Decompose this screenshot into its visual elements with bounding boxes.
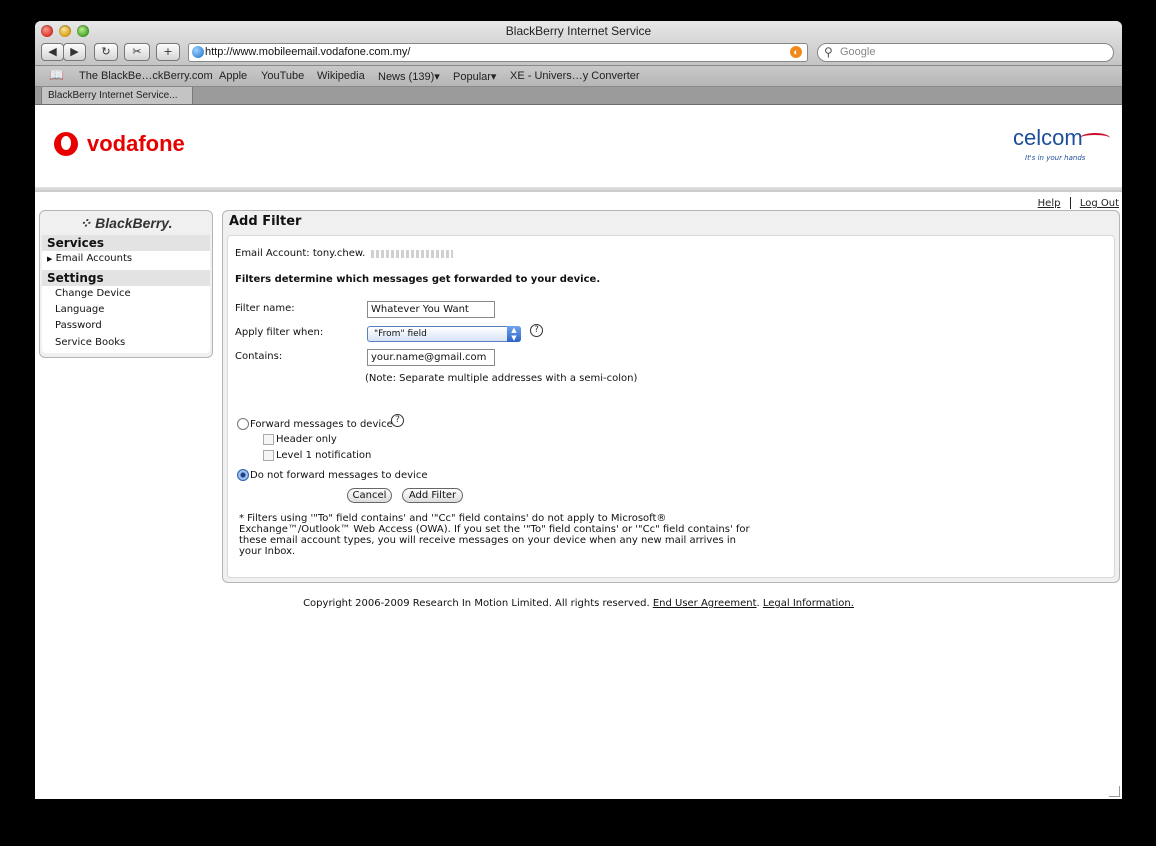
filter-name-label: Filter name: <box>235 303 295 314</box>
bookmark-item[interactable]: YouTube <box>261 70 304 82</box>
contains-input[interactable]: your.name@gmail.com <box>367 349 495 366</box>
sidebar-item-language[interactable]: Language <box>55 304 104 315</box>
bookmark-item[interactable]: Popular▾ <box>453 70 496 83</box>
celcom-logo-text: celcom <box>1013 125 1083 150</box>
bookmark-item[interactable]: Wikipedia <box>317 70 365 82</box>
window-title: BlackBerry Internet Service <box>505 24 652 38</box>
filters-intro: Filters determine which messages get for… <box>235 274 601 285</box>
level1-notification-checkbox[interactable] <box>263 450 274 461</box>
sidebar-item-change-device[interactable]: Change Device <box>55 288 131 299</box>
header-only-label: Header only <box>276 434 337 445</box>
do-not-forward-radio[interactable] <box>237 469 249 481</box>
blackberry-logo-text: BlackBerry. <box>95 215 173 231</box>
back-button[interactable]: ◀ <box>41 43 64 61</box>
browser-window: BlackBerry Internet Service ◀ ▶ ↻ ✂ + ht… <box>35 21 1122 799</box>
contains-label: Contains: <box>235 351 283 362</box>
address-bar[interactable]: http://www.mobileemail.vodafone.com.my/ … <box>188 43 808 62</box>
top-links: Help Log Out <box>1038 197 1119 209</box>
bookmark-item[interactable]: News (139)▾ <box>378 70 440 83</box>
blackberry-logo-icon: ⁘ <box>79 215 92 231</box>
forward-messages-radio[interactable] <box>237 418 249 430</box>
sidebar-item-service-books[interactable]: Service Books <box>55 337 125 348</box>
copyright-text: Copyright 2006-2009 Research In Motion L… <box>303 598 650 609</box>
rss-icon[interactable]: ◐ <box>790 46 802 58</box>
sidebar: ⁘ BlackBerry. Services ▶ Email Accounts … <box>39 210 213 358</box>
forward-help-icon[interactable]: ? <box>391 414 404 427</box>
sidebar-menu: Services ▶ Email Accounts Settings Chang… <box>42 235 210 353</box>
sidebar-item-password[interactable]: Password <box>55 320 102 331</box>
header-only-checkbox[interactable] <box>263 434 274 445</box>
apply-filter-when-value: "From" field <box>374 329 427 339</box>
eula-link[interactable]: End User Agreement <box>653 598 757 609</box>
redacted-email <box>371 250 453 258</box>
forward-button[interactable]: ▶ <box>63 43 86 61</box>
owa-footnote: * Filters using '"To" field contains' an… <box>239 513 750 557</box>
snip-button[interactable]: ✂ <box>124 43 150 61</box>
search-placeholder: Google <box>840 46 876 58</box>
logout-link[interactable]: Log Out <box>1080 198 1119 209</box>
email-account-label: Email Account: tony.chew. <box>235 248 366 259</box>
caret-right-icon: ▶ <box>47 255 53 263</box>
vodafone-logo-text: vodafone <box>87 131 185 156</box>
sidebar-item-label: Email Accounts <box>55 253 133 264</box>
page-footer: Copyright 2006-2009 Research In Motion L… <box>303 598 854 609</box>
bookmarks-bar: 📖 The BlackBe…ckBerry.com Apple YouTube … <box>35 66 1122 87</box>
settings-heading: Settings <box>42 270 210 286</box>
title-bar: BlackBerry Internet Service ◀ ▶ ↻ ✂ + ht… <box>35 21 1122 66</box>
page-title: Add Filter <box>229 214 302 229</box>
celcom-tagline: It's in your hands <box>1025 154 1086 162</box>
sidebar-item-email-accounts[interactable]: ▶ Email Accounts <box>47 253 132 264</box>
search-icon: ⚲ <box>824 45 833 59</box>
help-link[interactable]: Help <box>1038 198 1061 209</box>
tab-blackberry-internet-service[interactable]: BlackBerry Internet Service... <box>41 87 193 104</box>
link-separator <box>1069 197 1071 209</box>
bookmark-item[interactable]: XE - Univers…y Converter <box>510 70 640 82</box>
services-heading: Services <box>42 235 210 251</box>
banner-divider <box>35 187 1122 192</box>
contains-note: (Note: Separate multiple addresses with … <box>365 373 638 384</box>
resize-grip-icon[interactable] <box>1109 786 1120 797</box>
do-not-forward-label: Do not forward messages to device <box>250 470 428 481</box>
help-question-icon[interactable]: ? <box>530 324 543 337</box>
bookmark-item[interactable]: The BlackBe…ckBerry.com <box>79 70 213 82</box>
add-bookmark-button[interactable]: + <box>156 43 180 61</box>
web-page: vodafone celcom It's in your hands Help … <box>35 105 1122 799</box>
globe-icon <box>192 46 204 58</box>
filter-name-input[interactable]: Whatever You Want <box>367 301 495 318</box>
url-text: http://www.mobileemail.vodafone.com.my/ <box>205 46 411 58</box>
forward-messages-label: Forward messages to device <box>250 419 393 430</box>
reload-button[interactable]: ↻ <box>94 43 118 61</box>
level1-notification-label: Level 1 notification <box>276 450 372 461</box>
search-field[interactable]: ⚲ Google <box>817 43 1114 62</box>
apply-filter-when-label: Apply filter when: <box>235 327 324 338</box>
celcom-swoosh-icon <box>1080 133 1110 143</box>
add-filter-panel: Add Filter Email Account: tony.chew. Fil… <box>222 210 1120 583</box>
tab-bar: BlackBerry Internet Service... <box>35 87 1122 105</box>
add-filter-form: Email Account: tony.chew. Filters determ… <box>227 235 1115 578</box>
vodafone-logo-icon <box>54 132 78 156</box>
banner: vodafone celcom It's in your hands <box>35 105 1122 187</box>
apply-filter-when-select[interactable]: "From" field ▲ ▼ <box>367 326 521 342</box>
select-arrows-icon: ▲ ▼ <box>507 326 521 342</box>
blackberry-logo: ⁘ BlackBerry. <box>40 211 212 235</box>
bookmarks-book-icon[interactable]: 📖 <box>49 68 64 82</box>
bookmark-item[interactable]: Apple <box>219 70 247 82</box>
legal-info-link[interactable]: Legal Information. <box>763 598 854 609</box>
add-filter-button[interactable]: Add Filter <box>402 488 463 503</box>
cancel-button[interactable]: Cancel <box>347 488 392 503</box>
